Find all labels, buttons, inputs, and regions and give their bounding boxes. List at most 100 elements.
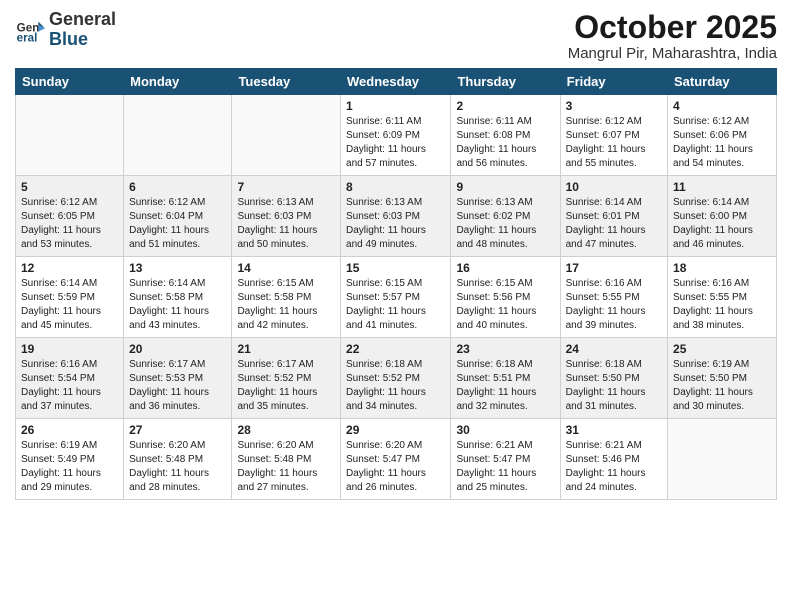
day-number: 2: [456, 99, 554, 113]
day-number: 15: [346, 261, 445, 275]
logo-blue-text: Blue: [49, 30, 116, 50]
day-number: 19: [21, 342, 118, 356]
day-info: Sunrise: 6:16 AMSunset: 5:55 PMDaylight:…: [673, 277, 771, 333]
day-info: Sunrise: 6:12 AMSunset: 6:06 PMDaylight:…: [673, 115, 771, 171]
calendar-cell: 23 Sunrise: 6:18 AMSunset: 5:51 PMDayligh…: [451, 338, 560, 419]
calendar-week-row: 12Sunrise: 6:14 AMSunset: 5:59 PMDayligh…: [16, 257, 777, 338]
calendar-table: Sunday Monday Tuesday Wednesday Thursday…: [15, 68, 777, 500]
day-info: Sunrise: 6:21 AMSunset: 5:46 PMDaylight:…: [566, 439, 662, 495]
calendar-cell: [668, 419, 777, 500]
title-block: October 2025 Mangrul Pir, Maharashtra, I…: [568, 10, 777, 62]
calendar-header-row: Sunday Monday Tuesday Wednesday Thursday…: [16, 69, 777, 95]
calendar-week-row: 19 Sunrise: 6:16 AMSunset: 5:54 PMDayligh…: [16, 338, 777, 419]
day-number: 17: [566, 261, 662, 275]
calendar-cell: 2Sunrise: 6:11 AMSunset: 6:08 PMDaylight…: [451, 95, 560, 176]
day-number: 13: [129, 261, 226, 275]
day-info: Sunrise: 6:12 AMSunset: 6:05 PMDaylight:…: [21, 196, 118, 252]
calendar-cell: [232, 95, 341, 176]
day-number: 23: [456, 342, 554, 356]
calendar-cell: 31 Sunrise: 6:21 AMSunset: 5:46 PMDayligh…: [560, 419, 667, 500]
day-number: 30: [456, 423, 554, 437]
day-number: 6: [129, 180, 226, 194]
day-number: 4: [673, 99, 771, 113]
calendar-cell: 20 Sunrise: 6:17 AMSunset: 5:53 PMDayligh…: [124, 338, 232, 419]
col-saturday: Saturday: [668, 69, 777, 95]
col-friday: Friday: [560, 69, 667, 95]
calendar-cell: 29Sunrise: 6:20 AMSunset: 5:47 PMDayligh…: [341, 419, 451, 500]
day-number: 25: [673, 342, 771, 356]
day-number: 18: [673, 261, 771, 275]
day-info: Sunrise: 6:13 AMSunset: 6:03 PMDaylight:…: [346, 196, 445, 252]
day-number: 16: [456, 261, 554, 275]
day-info: Sunrise: 6:11 AMSunset: 6:09 PMDaylight:…: [346, 115, 445, 171]
calendar-cell: 19 Sunrise: 6:16 AMSunset: 5:54 PMDayligh…: [16, 338, 124, 419]
day-info: Sunrise: 6:18 AMSunset: 5:51 PMDaylight:…: [456, 358, 554, 414]
calendar-week-row: 5 Sunrise: 6:12 AMSunset: 6:05 PMDaylight…: [16, 176, 777, 257]
calendar-cell: 8 Sunrise: 6:13 AMSunset: 6:03 PMDaylight…: [341, 176, 451, 257]
day-info: Sunrise: 6:18 AMSunset: 5:52 PMDaylight:…: [346, 358, 445, 414]
day-number: 5: [21, 180, 118, 194]
day-info: Sunrise: 6:12 AMSunset: 6:07 PMDaylight:…: [566, 115, 662, 171]
calendar-cell: 21Sunrise: 6:17 AMSunset: 5:52 PMDayligh…: [232, 338, 341, 419]
calendar-cell: 10 Sunrise: 6:14 AMSunset: 6:01 PMDayligh…: [560, 176, 667, 257]
day-number: 24: [566, 342, 662, 356]
day-number: 10: [566, 180, 662, 194]
day-number: 1: [346, 99, 445, 113]
day-info: Sunrise: 6:12 AMSunset: 6:04 PMDaylight:…: [129, 196, 226, 252]
logo: Gen eral General Blue: [15, 10, 116, 50]
col-sunday: Sunday: [16, 69, 124, 95]
day-info: Sunrise: 6:20 AMSunset: 5:48 PMDaylight:…: [237, 439, 335, 495]
logo-icon: Gen eral: [15, 15, 45, 45]
calendar-cell: 30 Sunrise: 6:21 AMSunset: 5:47 PMDayligh…: [451, 419, 560, 500]
logo-general-text: General: [49, 10, 116, 30]
calendar-cell: 28 Sunrise: 6:20 AMSunset: 5:48 PMDayligh…: [232, 419, 341, 500]
day-info: Sunrise: 6:14 AMSunset: 6:00 PMDaylight:…: [673, 196, 771, 252]
day-info: Sunrise: 6:14 AMSunset: 5:58 PMDaylight:…: [129, 277, 226, 333]
calendar-cell: 24Sunrise: 6:18 AMSunset: 5:50 PMDayligh…: [560, 338, 667, 419]
calendar-cell: 3 Sunrise: 6:12 AMSunset: 6:07 PMDaylight…: [560, 95, 667, 176]
calendar-cell: 15 Sunrise: 6:15 AMSunset: 5:57 PMDayligh…: [341, 257, 451, 338]
day-info: Sunrise: 6:14 AMSunset: 5:59 PMDaylight:…: [21, 277, 118, 333]
col-tuesday: Tuesday: [232, 69, 341, 95]
calendar-cell: 25Sunrise: 6:19 AMSunset: 5:50 PMDayligh…: [668, 338, 777, 419]
calendar-week-row: 26Sunrise: 6:19 AMSunset: 5:49 PMDayligh…: [16, 419, 777, 500]
calendar-cell: 4 Sunrise: 6:12 AMSunset: 6:06 PMDaylight…: [668, 95, 777, 176]
calendar-cell: 14Sunrise: 6:15 AMSunset: 5:58 PMDayligh…: [232, 257, 341, 338]
calendar-cell: 26Sunrise: 6:19 AMSunset: 5:49 PMDayligh…: [16, 419, 124, 500]
calendar-title: October 2025: [568, 10, 777, 45]
day-number: 31: [566, 423, 662, 437]
day-info: Sunrise: 6:15 AMSunset: 5:57 PMDaylight:…: [346, 277, 445, 333]
day-number: 28: [237, 423, 335, 437]
calendar-location: Mangrul Pir, Maharashtra, India: [568, 45, 777, 62]
day-number: 3: [566, 99, 662, 113]
day-info: Sunrise: 6:14 AMSunset: 6:01 PMDaylight:…: [566, 196, 662, 252]
day-info: Sunrise: 6:16 AMSunset: 5:54 PMDaylight:…: [21, 358, 118, 414]
calendar-cell: 12Sunrise: 6:14 AMSunset: 5:59 PMDayligh…: [16, 257, 124, 338]
page-container: Gen eral General Blue October 2025 Mangr…: [0, 0, 792, 510]
calendar-cell: 11Sunrise: 6:14 AMSunset: 6:00 PMDayligh…: [668, 176, 777, 257]
calendar-week-row: 1 Sunrise: 6:11 AMSunset: 6:09 PMDaylight…: [16, 95, 777, 176]
day-info: Sunrise: 6:17 AMSunset: 5:53 PMDaylight:…: [129, 358, 226, 414]
svg-text:eral: eral: [17, 31, 38, 44]
day-number: 26: [21, 423, 118, 437]
day-info: Sunrise: 6:15 AMSunset: 5:58 PMDaylight:…: [237, 277, 335, 333]
calendar-cell: 1 Sunrise: 6:11 AMSunset: 6:09 PMDaylight…: [341, 95, 451, 176]
calendar-cell: [16, 95, 124, 176]
calendar-cell: 17 Sunrise: 6:16 AMSunset: 5:55 PMDayligh…: [560, 257, 667, 338]
day-info: Sunrise: 6:20 AMSunset: 5:48 PMDaylight:…: [129, 439, 226, 495]
day-info: Sunrise: 6:13 AMSunset: 6:03 PMDaylight:…: [237, 196, 335, 252]
col-wednesday: Wednesday: [341, 69, 451, 95]
day-info: Sunrise: 6:17 AMSunset: 5:52 PMDaylight:…: [237, 358, 335, 414]
day-number: 20: [129, 342, 226, 356]
day-info: Sunrise: 6:21 AMSunset: 5:47 PMDaylight:…: [456, 439, 554, 495]
day-info: Sunrise: 6:15 AMSunset: 5:56 PMDaylight:…: [456, 277, 554, 333]
day-number: 8: [346, 180, 445, 194]
col-monday: Monday: [124, 69, 232, 95]
day-info: Sunrise: 6:13 AMSunset: 6:02 PMDaylight:…: [456, 196, 554, 252]
day-info: Sunrise: 6:16 AMSunset: 5:55 PMDaylight:…: [566, 277, 662, 333]
header: Gen eral General Blue October 2025 Mangr…: [15, 10, 777, 62]
calendar-cell: 13 Sunrise: 6:14 AMSunset: 5:58 PMDayligh…: [124, 257, 232, 338]
day-number: 27: [129, 423, 226, 437]
calendar-cell: 22Sunrise: 6:18 AMSunset: 5:52 PMDayligh…: [341, 338, 451, 419]
calendar-cell: 16 Sunrise: 6:15 AMSunset: 5:56 PMDayligh…: [451, 257, 560, 338]
